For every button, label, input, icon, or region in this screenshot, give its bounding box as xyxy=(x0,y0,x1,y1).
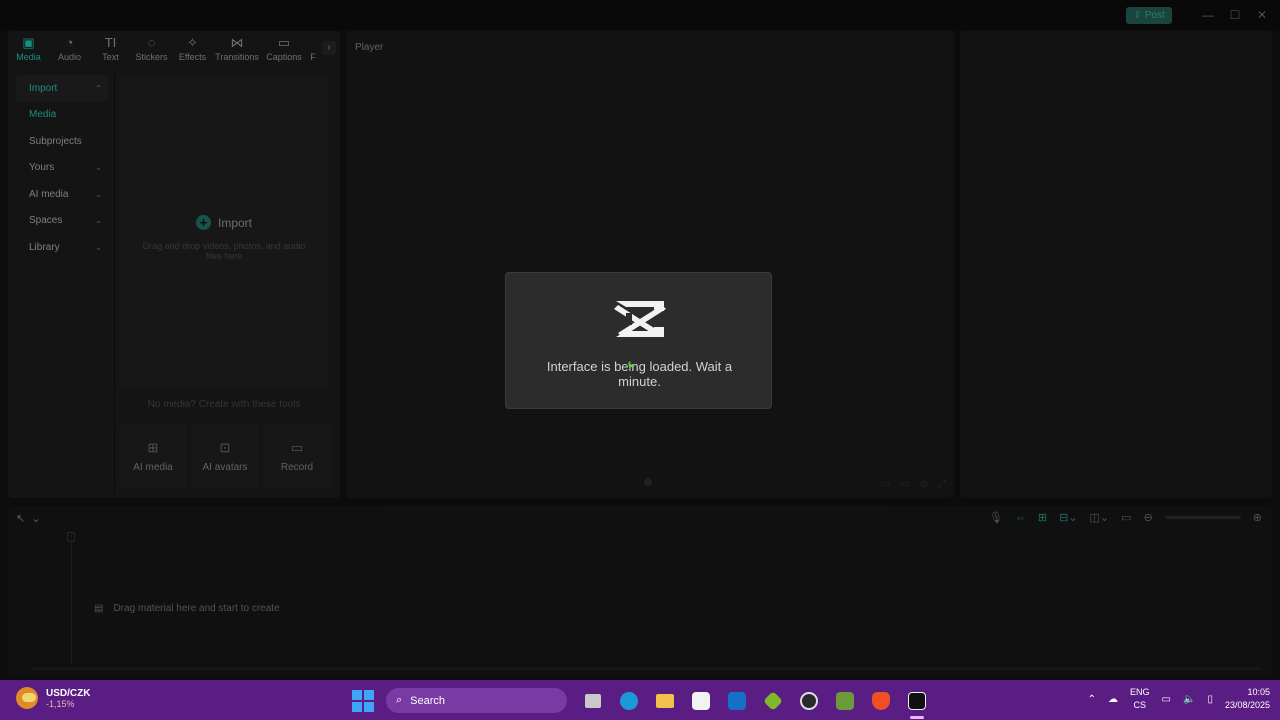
windows-start-icon[interactable] xyxy=(352,689,374,712)
onedrive-icon[interactable]: ☁ xyxy=(1108,694,1118,705)
volume-icon[interactable]: 🔈 xyxy=(1183,694,1195,705)
capcut-taskbar-icon[interactable] xyxy=(899,689,935,719)
lang-bottom: CS xyxy=(1133,700,1147,710)
edge-icon[interactable] xyxy=(611,689,647,713)
app-map-icon[interactable] xyxy=(827,689,863,713)
capcut-window: ⇪ Post — ☐ ✕ ▣ Media ◔ Audio TI Text ◌ S… xyxy=(0,0,1280,680)
lang-top: ENG xyxy=(1130,687,1150,697)
clock-time: 10:05 xyxy=(1247,687,1270,697)
loading-message: Interface is being loaded. Wait a minute… xyxy=(546,359,733,389)
mouse-cursor-icon xyxy=(628,362,635,371)
app-green-icon[interactable] xyxy=(755,689,791,713)
language-indicator[interactable]: ENG CS xyxy=(1130,686,1150,712)
outlook-icon[interactable] xyxy=(719,689,755,713)
weather-icon xyxy=(16,687,38,709)
network-icon[interactable]: ▭ xyxy=(1162,694,1171,705)
taskbar-apps: ⌕ Search xyxy=(352,688,935,719)
currency-widget[interactable]: USD/CZK -1,15% xyxy=(16,687,90,709)
clock[interactable]: 10:05 23/08/2025 xyxy=(1225,686,1270,712)
system-tray: ⌃ ☁ ENG CS ▭ 🔈 ▯ 10:05 23/08/2025 xyxy=(1088,686,1270,712)
search-icon: ⌕ xyxy=(396,694,403,706)
capcut-logo-icon xyxy=(614,301,666,337)
battery-icon[interactable]: ▯ xyxy=(1207,694,1213,705)
chevron-up-icon[interactable]: ⌃ xyxy=(1088,694,1096,705)
obs-icon[interactable] xyxy=(791,689,827,713)
loading-dialog: Interface is being loaded. Wait a minute… xyxy=(505,272,772,409)
store-icon[interactable] xyxy=(683,689,719,713)
brave-icon[interactable] xyxy=(863,689,899,713)
clock-date: 23/08/2025 xyxy=(1224,700,1270,710)
windows-taskbar: USD/CZK -1,15% ⌕ Search ⌃ ☁ ENG CS ▭ 🔈 ▯… xyxy=(0,680,1280,720)
taskbar-search[interactable]: ⌕ Search xyxy=(386,688,567,713)
file-explorer-icon[interactable] xyxy=(647,689,683,713)
search-placeholder: Search xyxy=(410,694,446,707)
task-view-icon[interactable] xyxy=(575,689,611,713)
widget-subtitle: -1,15% xyxy=(46,698,75,709)
widget-title: USD/CZK xyxy=(46,687,91,699)
